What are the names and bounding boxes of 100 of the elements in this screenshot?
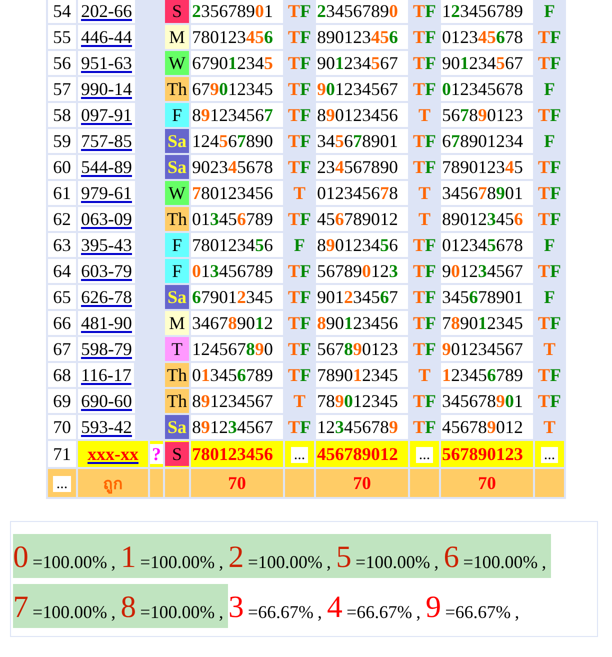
number-cell: 901234567 [442, 261, 523, 281]
result-mark: T [543, 417, 556, 437]
code-link[interactable]: 202-66 [78, 0, 135, 23]
day-badge: Th [165, 207, 189, 231]
row-number: 64 [53, 261, 71, 281]
result-mark: TF [288, 313, 311, 333]
result-mark: TF [412, 261, 436, 281]
count-total: 70 [478, 473, 496, 493]
number-cell: 679012345 [192, 53, 273, 73]
code-link[interactable]: 951-63 [78, 51, 135, 75]
code-link[interactable]: 593-42 [78, 415, 135, 439]
number-cell: 345678901 [317, 131, 398, 151]
number-cell: 890123456 [317, 313, 398, 333]
result-mark: TF [538, 53, 561, 73]
row-number: 62 [53, 209, 71, 229]
day-badge: S [165, 0, 189, 23]
code-link[interactable]: 097-91 [78, 103, 135, 127]
count-total: 70 [353, 473, 371, 493]
number-cell: 901234567 [317, 79, 398, 99]
result-mark: TF [538, 261, 561, 281]
result-mark: T [418, 365, 430, 385]
result-mark: TF [412, 79, 436, 99]
result-mark: F [294, 235, 305, 255]
separator: , [111, 601, 116, 624]
result-mark: T [418, 209, 430, 229]
number-cell: 780123456 [192, 27, 273, 47]
row-number: 70 [53, 417, 71, 437]
number-cell: 012345678 [442, 27, 523, 47]
percentage-text: =100.00% [140, 551, 215, 574]
day-badge: S [165, 442, 189, 466]
row-number: 59 [53, 131, 71, 151]
code-link[interactable]: 395-43 [78, 233, 135, 257]
day-badge: Th [165, 363, 189, 387]
number-cell: 890123456 [317, 27, 398, 47]
result-mark: TF [288, 287, 311, 307]
number-cell: 345678901 [442, 287, 523, 307]
day-badge: F [165, 233, 189, 257]
row-number: 63 [53, 235, 71, 255]
number-cell: 234567890 [317, 1, 398, 21]
number-cell: 234567890 [317, 157, 398, 177]
result-mark: TF [288, 339, 311, 359]
result-mark: TF [288, 1, 311, 21]
number-cell: 012345678 [317, 183, 398, 203]
result-mark: TF [538, 391, 561, 411]
day-badge: Sa [165, 155, 189, 179]
count-total: 70 [228, 473, 246, 493]
result-mark: TF [288, 79, 311, 99]
number-cell: 567890123 [317, 339, 398, 359]
code-link[interactable]: 446-44 [78, 25, 135, 49]
day-badge: Sa [165, 285, 189, 309]
code-link[interactable]: xxx-xx [88, 444, 138, 464]
code-link[interactable]: 757-85 [78, 129, 135, 153]
number-cell: 012345678 [442, 79, 523, 99]
result-mark: TF [288, 53, 311, 73]
number-cell: 780123456 [192, 235, 273, 255]
number-cell: 123456789 [317, 417, 398, 437]
result-mark: TF [538, 105, 561, 125]
percentage-text: =66.67% [248, 601, 314, 624]
digit-label: 9 [426, 590, 442, 624]
row-number: 55 [53, 27, 71, 47]
number-cell: 124567890 [192, 131, 273, 151]
result-mark: TF [538, 27, 561, 47]
result-mark: TF [412, 157, 436, 177]
result-mark: TF [412, 287, 436, 307]
code-link[interactable]: 063-09 [78, 207, 135, 231]
pending-mark: ... [290, 447, 308, 463]
number-cell: 789012345 [317, 365, 398, 385]
result-mark: F [544, 131, 555, 151]
code-link[interactable]: 603-79 [78, 259, 135, 283]
day-badge: W [165, 181, 189, 205]
result-mark: TF [288, 105, 311, 125]
row-number: 69 [53, 391, 71, 411]
number-cell: 890123456 [442, 209, 523, 229]
result-mark: TF [412, 1, 436, 21]
number-cell: 789012345 [442, 313, 523, 333]
code-link[interactable]: 626-78 [78, 285, 135, 309]
separator: , [434, 551, 439, 574]
code-link[interactable]: 116-17 [78, 363, 134, 387]
code-link[interactable]: 481-90 [78, 311, 135, 335]
code-link[interactable]: 979-61 [78, 181, 135, 205]
row-number: 71 [53, 444, 71, 464]
code-link[interactable]: 690-60 [78, 389, 135, 413]
result-mark: F [544, 287, 555, 307]
number-cell: 901234567 [442, 53, 523, 73]
result-mark: TF [412, 235, 436, 255]
code-link[interactable]: 598-79 [78, 337, 135, 361]
digit-label: 3 [228, 590, 244, 624]
day-badge: Sa [165, 415, 189, 439]
number-cell: 891234567 [192, 391, 273, 411]
code-link[interactable]: 990-14 [78, 77, 135, 101]
code-link[interactable]: 544-89 [78, 155, 135, 179]
row-number: 66 [53, 313, 71, 333]
row-number: 54 [53, 1, 71, 21]
row-number: 67 [53, 339, 71, 359]
separator: , [317, 601, 322, 624]
number-cell: 567890123 [317, 261, 398, 281]
number-cell: 123456789 [442, 1, 523, 21]
digit-label: 6 [444, 540, 460, 574]
percentage-text: =100.00% [32, 601, 108, 624]
number-cell: 780123456 [192, 183, 273, 203]
